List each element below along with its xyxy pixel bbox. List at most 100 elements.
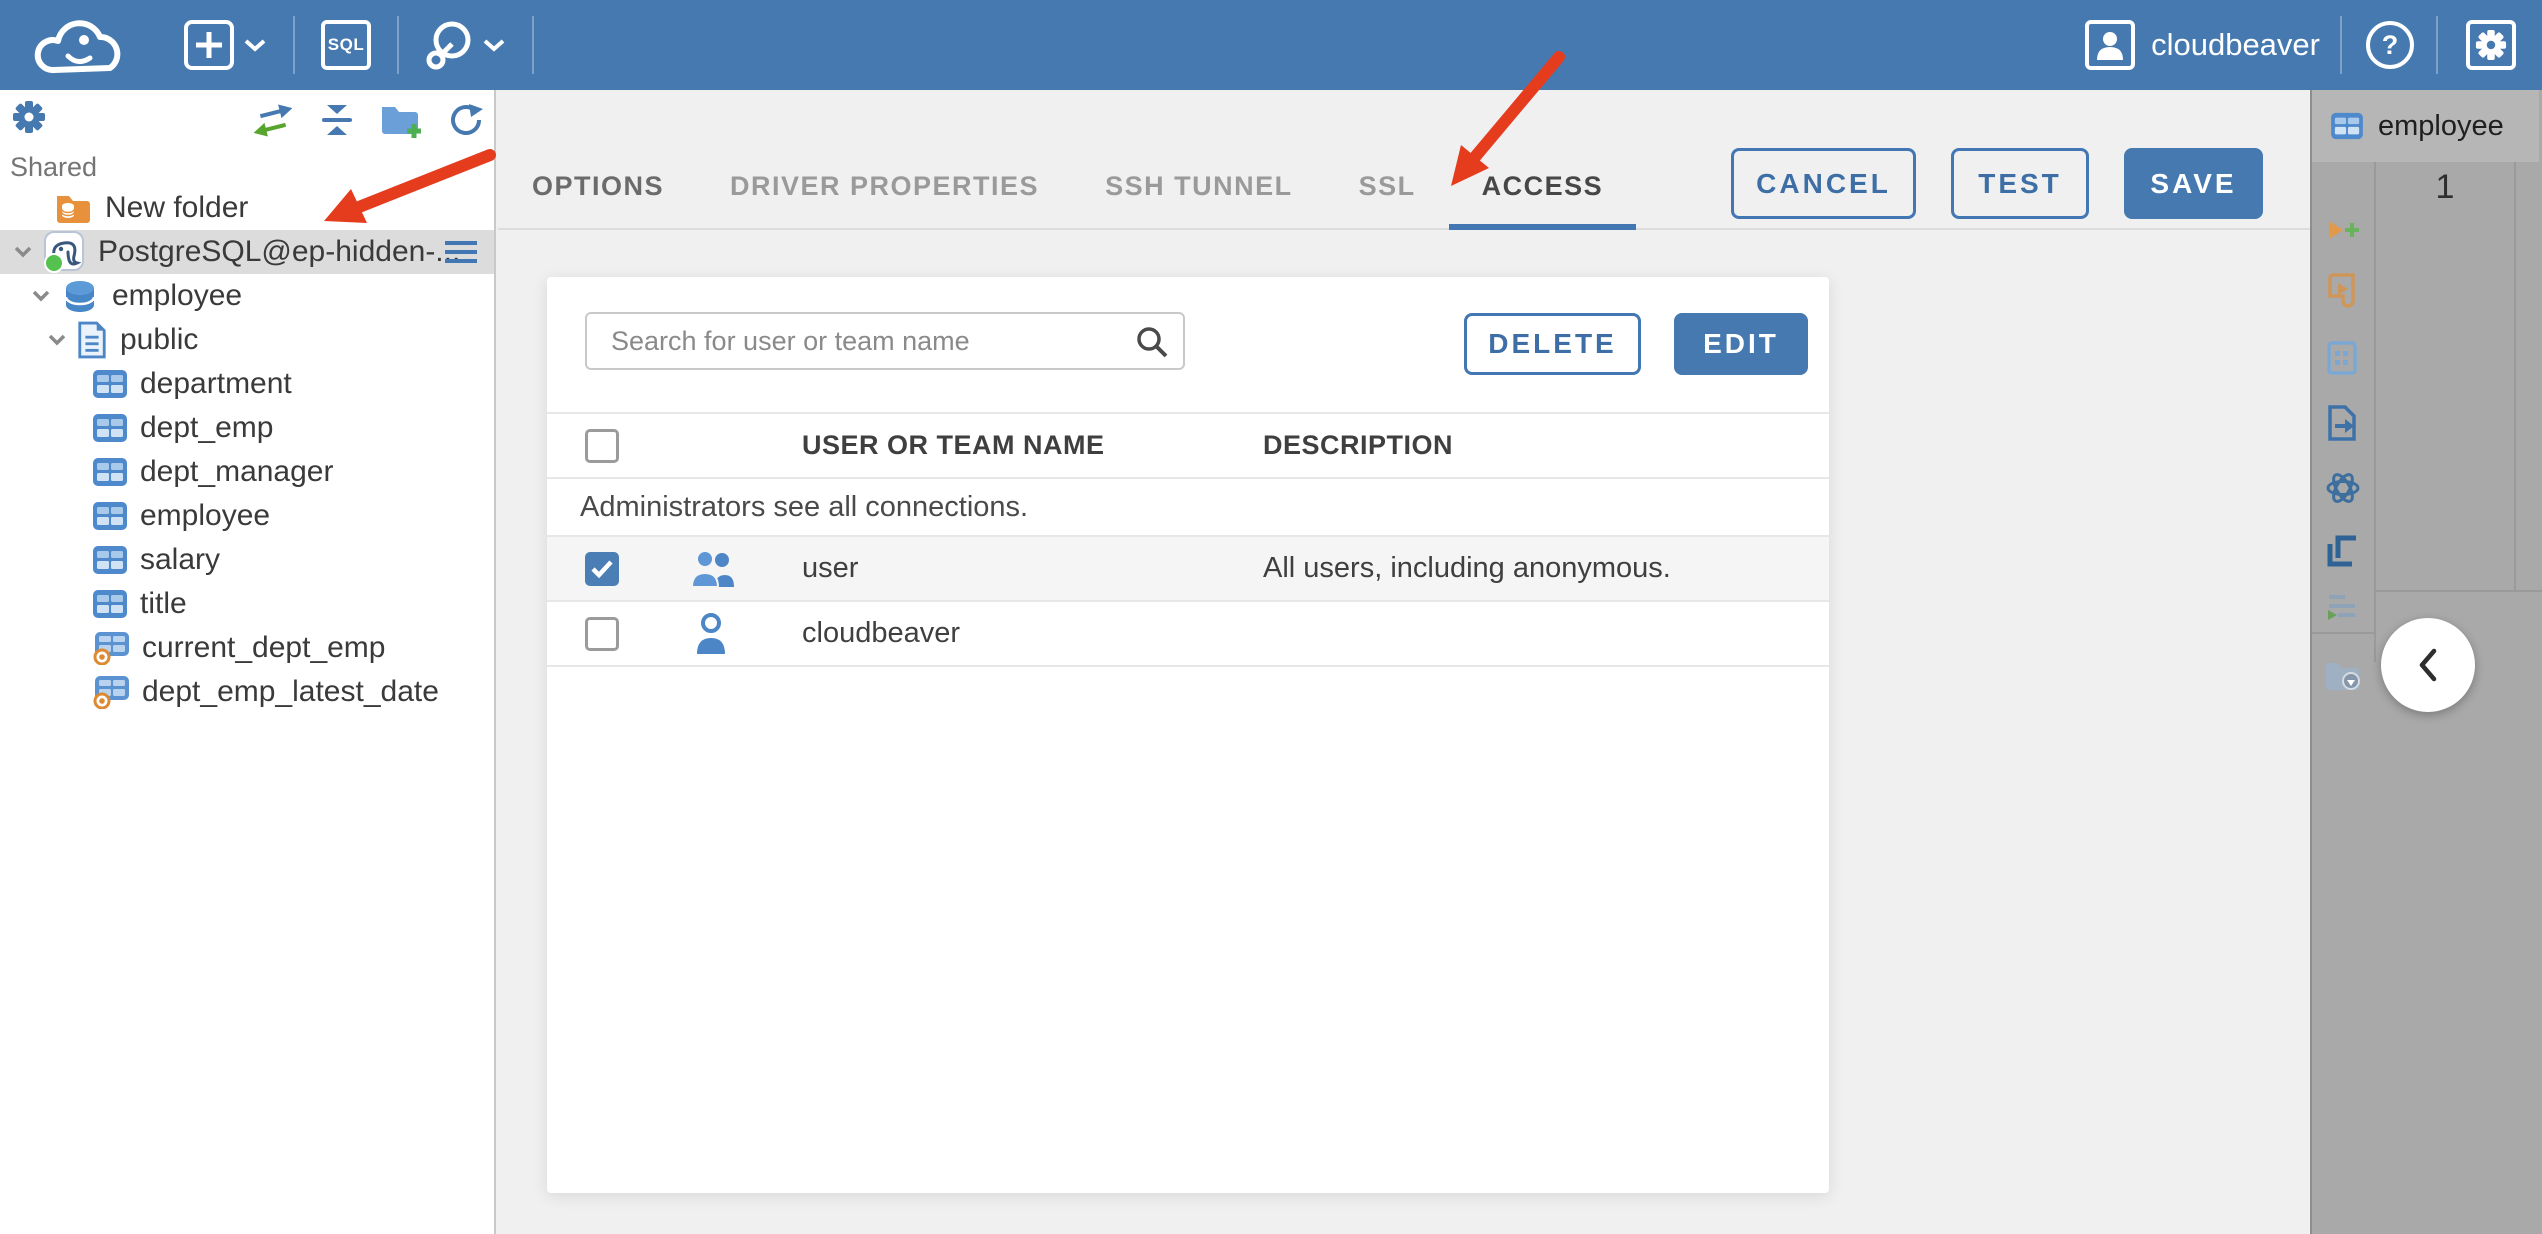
tree-item-table-employee[interactable]: employee — [0, 494, 494, 538]
gear-icon — [13, 101, 45, 133]
export-data-icon[interactable] — [2326, 404, 2360, 442]
tab-employee-data[interactable]: employee — [2312, 90, 2539, 162]
chevron-down-icon — [244, 39, 266, 52]
driver-icon — [426, 21, 471, 70]
hamburger-menu-icon — [445, 241, 477, 263]
folder-database-icon — [55, 192, 93, 224]
postgresql-icon — [42, 230, 86, 274]
tree-settings-button[interactable] — [12, 100, 46, 139]
chevron-down-icon[interactable] — [30, 289, 52, 303]
add-folder-button[interactable] — [380, 102, 422, 143]
tab-ssh-tunnel[interactable]: SSH TUNNEL — [1072, 171, 1326, 228]
edit-button[interactable]: EDIT — [1674, 313, 1808, 375]
row-checkbox[interactable] — [585, 616, 619, 651]
team-icon — [689, 549, 802, 588]
sql-editor-button[interactable]: SQL — [321, 20, 371, 70]
connection-editor: OPTIONS DRIVER PROPERTIES SSH TUNNEL SSL… — [498, 90, 2310, 1234]
tab-options[interactable]: OPTIONS — [499, 171, 697, 228]
plus-icon — [184, 20, 234, 70]
connection-menu-button[interactable] — [444, 239, 478, 274]
refresh-icon — [451, 104, 483, 136]
new-connection-button[interactable] — [184, 20, 267, 70]
app-logo[interactable] — [24, 8, 128, 82]
navigation-tree-panel: Shared New folder PostgreSQL@ep-hidden-.… — [0, 90, 496, 1234]
tree-item-table-dept-manager[interactable]: dept_manager — [0, 450, 494, 494]
table-icon — [92, 545, 128, 575]
user-menu[interactable]: cloudbeaver — [2085, 20, 2320, 70]
help-button[interactable]: ? — [2366, 21, 2414, 69]
tree-section-label: Shared — [10, 152, 98, 182]
row-number-cell: 1 — [2435, 168, 2455, 206]
table-icon — [92, 501, 128, 531]
table-icon — [92, 369, 128, 399]
tab-label: employee — [2378, 109, 2504, 142]
cloudbeaver-logo-icon — [34, 20, 121, 74]
schema-icon — [76, 321, 108, 359]
logs-icon[interactable] — [2325, 592, 2361, 622]
table-icon — [2331, 112, 2363, 140]
tree-item-view-dept-emp-latest-date[interactable]: dept_emp_latest_date — [0, 670, 494, 714]
sql-editor-label: SQL — [327, 35, 365, 54]
tree-item-database-employee[interactable]: employee — [0, 274, 494, 318]
search-input[interactable] — [585, 312, 1185, 370]
folder-plus-icon — [382, 107, 421, 138]
tree-item-table-title[interactable]: title — [0, 582, 494, 626]
column-header-description: DESCRIPTION — [1263, 430, 1454, 460]
row-name: cloudbeaver — [802, 617, 960, 649]
tree-item-schema-public[interactable]: public — [0, 318, 494, 362]
view-icon — [92, 631, 130, 665]
tab-access[interactable]: ACCESS — [1448, 171, 1637, 230]
table-row[interactable]: user All users, including anonymous. — [547, 537, 1829, 602]
table-icon — [92, 413, 128, 443]
driver-manager-button[interactable] — [423, 19, 506, 71]
execute-script-icon[interactable] — [2326, 272, 2360, 310]
grid-view-icon[interactable] — [2326, 340, 2360, 378]
user-icon — [693, 612, 802, 656]
topbar-divider — [2436, 16, 2438, 74]
add-script-icon[interactable] — [2326, 219, 2360, 245]
sync-with-editor-button[interactable] — [252, 103, 294, 142]
table-row[interactable]: cloudbeaver — [547, 602, 1829, 667]
tree-item-table-department[interactable]: department — [0, 362, 494, 406]
delete-button[interactable]: DELETE — [1464, 313, 1641, 375]
tree-item-table-dept-emp[interactable]: dept_emp — [0, 406, 494, 450]
data-viewer-panel: employee 1 — [2310, 90, 2542, 1234]
panel-divider — [2312, 632, 2376, 634]
user-name-label: cloudbeaver — [2151, 27, 2320, 62]
ai-assistant-icon[interactable] — [2324, 469, 2362, 507]
expand-panel-button[interactable] — [2381, 618, 2475, 712]
topbar-divider — [397, 16, 399, 74]
refresh-button[interactable] — [448, 102, 484, 143]
save-button[interactable]: SAVE — [2124, 148, 2263, 219]
tree-item-table-salary[interactable]: salary — [0, 538, 494, 582]
value-panel-icon[interactable] — [2326, 532, 2360, 568]
admin-note-row: Administrators see all connections. — [547, 479, 1829, 537]
tree-item-label: current_dept_emp — [142, 631, 386, 664]
chevron-down-icon[interactable] — [46, 333, 68, 347]
panel-divider — [2514, 162, 2516, 592]
tree-item-postgresql-connection[interactable]: PostgreSQL@ep-hidden-... — [0, 230, 494, 274]
settings-button[interactable] — [2466, 20, 2516, 70]
cancel-button[interactable]: CANCEL — [1731, 148, 1916, 219]
topbar-divider — [532, 16, 534, 74]
tree-item-view-current-dept-emp[interactable]: current_dept_emp — [0, 626, 494, 670]
tab-ssl[interactable]: SSL — [1326, 171, 1449, 228]
select-all-checkbox[interactable] — [585, 428, 619, 463]
tree-item-new-folder[interactable]: New folder — [0, 186, 494, 230]
tree-item-label: title — [140, 587, 187, 620]
chevron-down-icon[interactable] — [12, 245, 34, 259]
data-viewer-toolbar — [2312, 162, 2376, 690]
tab-driver-properties[interactable]: DRIVER PROPERTIES — [697, 171, 1072, 228]
test-button[interactable]: TEST — [1951, 148, 2089, 219]
collapse-all-button[interactable] — [320, 104, 354, 141]
access-table: USER OR TEAM NAME DESCRIPTION Administra… — [547, 412, 1829, 667]
save-to-folder-icon[interactable] — [2324, 659, 2362, 691]
row-description: All users, including anonymous. — [1263, 552, 1671, 584]
check-icon — [591, 559, 613, 578]
sync-arrows-icon — [253, 104, 293, 137]
column-header-name: USER OR TEAM NAME — [802, 430, 1105, 460]
navigation-tree: New folder PostgreSQL@ep-hidden-... empl… — [0, 186, 494, 714]
panel-divider — [2376, 590, 2542, 592]
row-checkbox[interactable] — [585, 551, 619, 586]
view-icon — [92, 675, 130, 709]
